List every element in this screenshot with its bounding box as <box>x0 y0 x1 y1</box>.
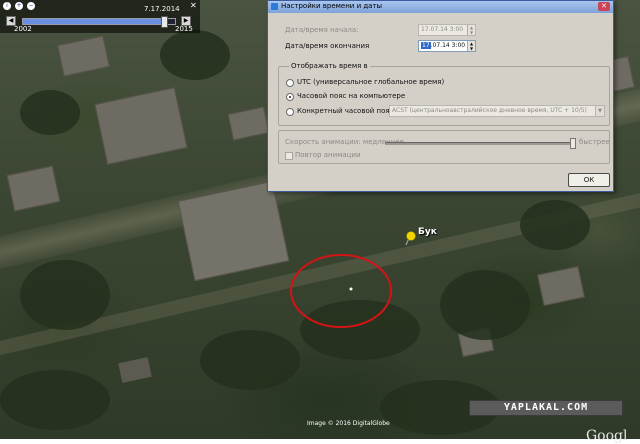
slider-current-date: 7.17.2014 <box>144 5 180 13</box>
tree-canopy <box>0 370 110 430</box>
slider-start-year: 2002 <box>14 25 32 33</box>
imagery-attribution: Image © 2016 DigitalGlobe <box>307 420 390 427</box>
pushpin-icon[interactable] <box>404 230 418 246</box>
animation-speed-thumb <box>570 138 577 149</box>
building <box>94 87 188 165</box>
specific-timezone-radio[interactable] <box>286 108 294 116</box>
specific-timezone-label[interactable]: Конкретный часовой пояс <box>297 107 393 115</box>
time-slider-fill <box>23 19 165 24</box>
end-day-selected[interactable]: 17 <box>421 42 431 49</box>
timezone-select: ACST (центральноавстралийское дневное вр… <box>389 105 605 117</box>
local-timezone-radio[interactable] <box>286 93 294 101</box>
start-datetime-value: 17.07.14 3:00 <box>421 26 464 33</box>
tree-canopy <box>440 270 530 340</box>
close-icon[interactable]: ✕ <box>190 1 197 10</box>
slider-end-year: 2015 <box>175 25 193 33</box>
building <box>537 265 585 307</box>
tree-canopy <box>520 200 590 250</box>
close-icon[interactable]: ✕ <box>598 2 610 11</box>
zoom-out-icon[interactable]: − <box>27 2 35 10</box>
vehicle-dot <box>349 287 353 291</box>
annotation-circle-stroke <box>290 254 392 328</box>
tree-canopy <box>160 30 230 80</box>
placemark-label[interactable]: Бук <box>418 227 437 237</box>
tree-canopy <box>20 90 80 135</box>
timezone-group-title: Отображать время в <box>289 62 370 70</box>
building <box>227 106 270 141</box>
annotation-circle <box>290 254 392 328</box>
building <box>6 165 61 212</box>
building <box>118 357 152 383</box>
info-icon[interactable]: i <box>3 2 11 10</box>
end-datetime-label: Дата/время окончания <box>285 42 370 50</box>
watermark: YAPLAKAL.COM <box>469 400 623 416</box>
time-slider-thumb[interactable] <box>161 16 169 28</box>
start-spin-arrows: ▲ ▼ <box>467 25 475 35</box>
google-logo: Googl <box>586 428 628 444</box>
start-datetime-label: Дата/время начала: <box>285 26 359 34</box>
timezone-group: Отображать время в UTC (универсальное гл… <box>278 62 610 126</box>
local-timezone-label[interactable]: Часовой пояс на компьютере <box>297 92 405 100</box>
repeat-animation-label: Повтор анимации <box>295 151 361 159</box>
tree-canopy <box>20 260 110 330</box>
ok-button[interactable]: ОК <box>568 173 610 187</box>
utc-radio[interactable] <box>286 79 294 87</box>
utc-label[interactable]: UTC (универсальное глобальное время) <box>297 78 444 86</box>
tree-canopy <box>200 330 300 390</box>
app-icon <box>271 3 278 10</box>
end-datetime-field[interactable]: 17.07.14 3:00 ▲ ▼ <box>418 40 476 52</box>
animation-speed-fast-label: быстрее <box>579 138 610 146</box>
dialog-titlebar[interactable]: Настройки времени и даты ✕ <box>268 1 613 13</box>
repeat-animation-checkbox <box>285 152 293 160</box>
animation-speed-track <box>385 138 577 149</box>
zoom-in-icon[interactable]: + <box>15 2 23 10</box>
end-spin-arrows[interactable]: ▲ ▼ <box>467 41 475 51</box>
dialog-title: Настройки времени и даты <box>281 2 383 10</box>
animation-group: Скорость анимации: медленнее быстрее Пов… <box>278 130 610 164</box>
building <box>57 35 110 77</box>
timezone-select-value: ACST (центральноавстралийское дневное вр… <box>392 107 587 114</box>
time-slider-track[interactable] <box>22 16 176 28</box>
start-datetime-field: 17.07.14 3:00 ▲ ▼ <box>418 24 476 36</box>
time-slider-panel: i + − 7.17.2014 ✕ ◀ ▶ 2002 2015 <box>0 0 200 33</box>
end-datetime-rest: .07.14 3:00 <box>430 42 466 49</box>
chevron-down-icon: ▼ <box>595 106 604 116</box>
time-settings-dialog: Настройки времени и даты ✕ Дата/время на… <box>267 0 614 192</box>
